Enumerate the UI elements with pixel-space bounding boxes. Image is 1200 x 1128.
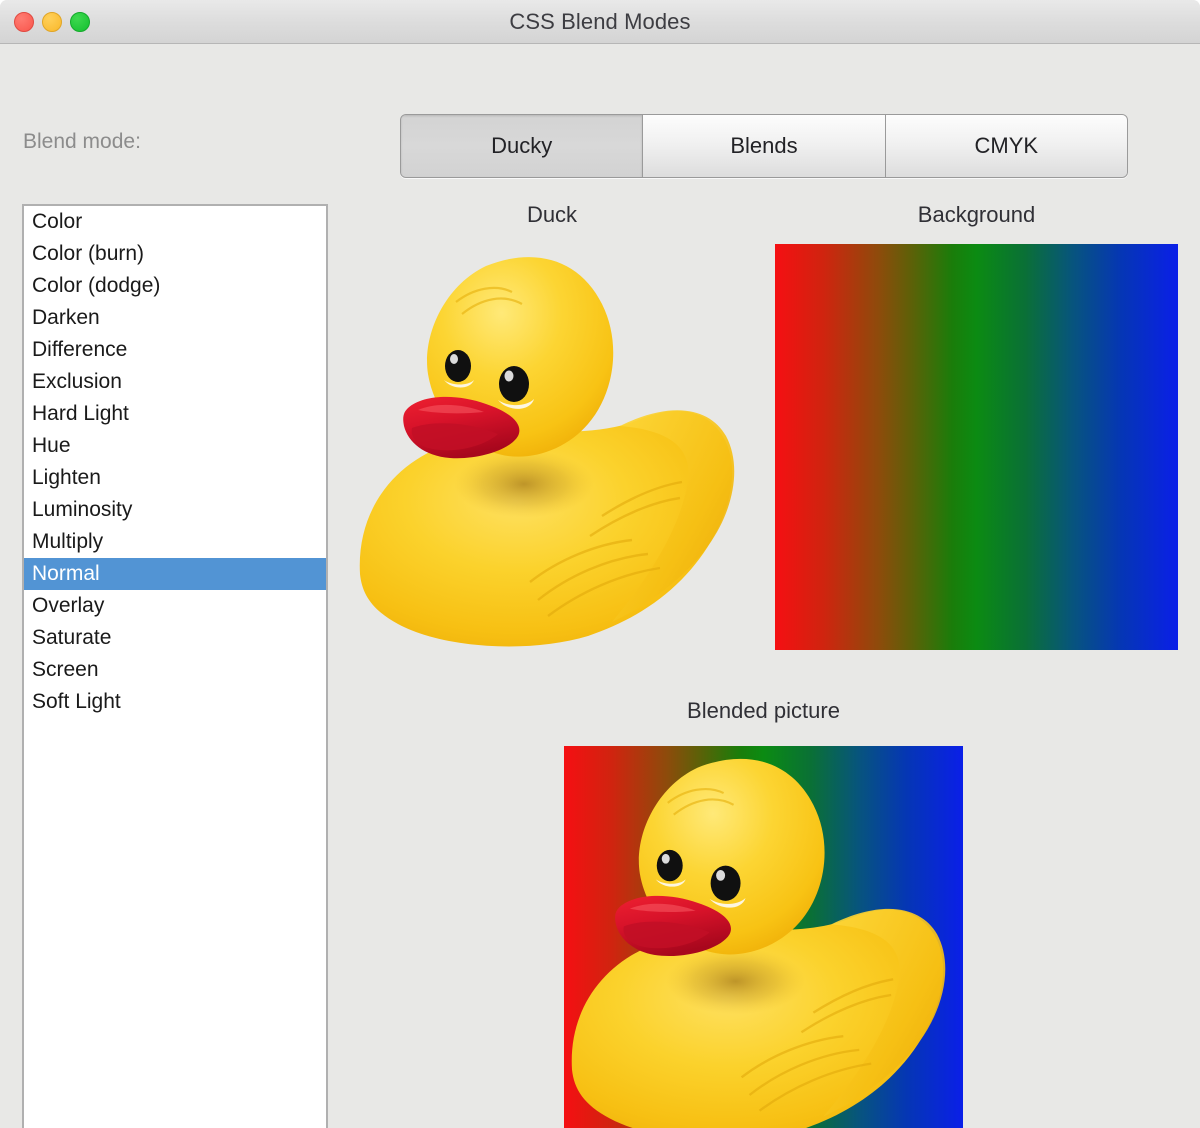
rubber-duck-icon — [359, 257, 735, 647]
background-caption: Background — [917, 202, 1036, 227]
tab-ducky[interactable]: Ducky — [401, 115, 644, 177]
list-item[interactable]: Saturate — [24, 622, 326, 654]
list-item[interactable]: Soft Light — [24, 686, 326, 718]
list-item[interactable]: Hue — [24, 430, 326, 462]
list-item[interactable]: Hard Light — [24, 398, 326, 430]
list-item[interactable]: Multiply — [24, 526, 326, 558]
background-gradient-image — [775, 244, 1178, 650]
blended-picture — [564, 746, 963, 1128]
list-item-selected[interactable]: Normal — [24, 558, 326, 590]
list-item[interactable]: Lighten — [24, 462, 326, 494]
rubber-duck-icon — [571, 758, 946, 1128]
blended-duck-layer — [564, 746, 963, 1128]
list-item[interactable]: Difference — [24, 334, 326, 366]
tab-bar: Ducky Blends CMYK — [400, 114, 1128, 178]
app-window: CSS Blend Modes Blend mode: Color Color … — [0, 0, 1200, 1128]
blend-mode-list[interactable]: Color Color (burn) Color (dodge) Darken … — [22, 204, 328, 1128]
title-bar[interactable]: CSS Blend Modes — [0, 0, 1200, 44]
tab-blends[interactable]: Blends — [643, 115, 886, 177]
list-item[interactable]: Color (dodge) — [24, 270, 326, 302]
list-item[interactable]: Screen — [24, 654, 326, 686]
list-item[interactable]: Overlay — [24, 590, 326, 622]
list-item[interactable]: Exclusion — [24, 366, 326, 398]
window-content: Blend mode: Color Color (burn) Color (do… — [0, 44, 1200, 1128]
blend-mode-label: Blend mode: — [23, 130, 141, 153]
list-item[interactable]: Luminosity — [24, 494, 326, 526]
duck-image — [352, 244, 752, 650]
list-item[interactable]: Darken — [24, 302, 326, 334]
tab-cmyk[interactable]: CMYK — [885, 115, 1127, 177]
window-title: CSS Blend Modes — [509, 9, 691, 34]
duck-caption: Duck — [526, 202, 578, 227]
list-item[interactable]: Color (burn) — [24, 238, 326, 270]
list-item[interactable]: Color — [24, 206, 326, 238]
blended-caption: Blended picture — [687, 698, 840, 723]
